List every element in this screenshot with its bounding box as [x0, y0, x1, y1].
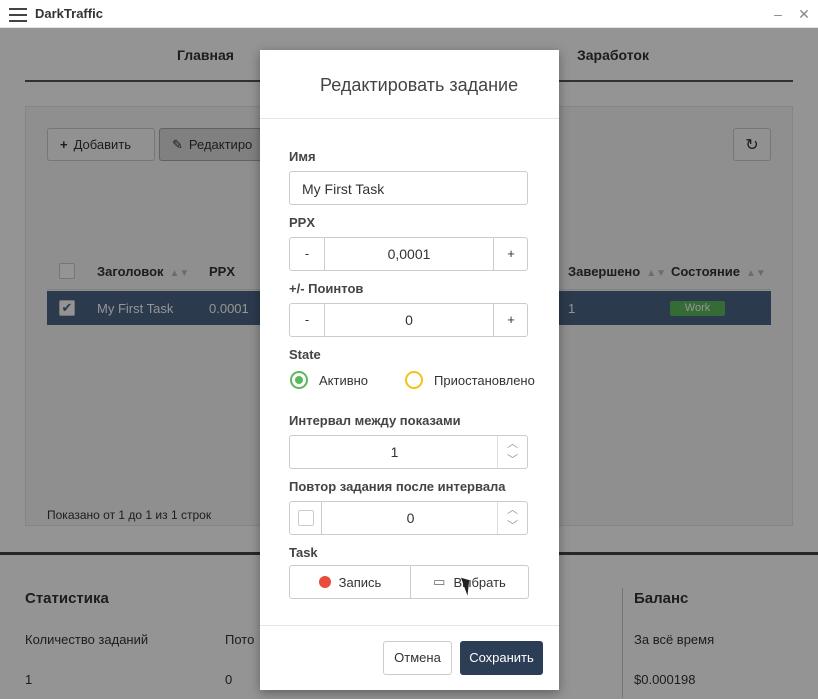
app-title: DarkTraffic — [35, 6, 103, 21]
interval-spinner[interactable]: ︿ ﹀ — [497, 436, 527, 468]
record-button[interactable]: Запись — [290, 566, 411, 598]
task-buttons: Запись ▭ Выбрать — [289, 565, 529, 599]
state-active-label: Активно — [319, 373, 369, 388]
ppx-increment-button[interactable]: + — [493, 238, 528, 270]
state-paused-label: Приостановлено — [434, 373, 535, 388]
repeat-checkbox-wrap — [290, 502, 322, 534]
minimize-button[interactable]: ‒ — [768, 4, 788, 24]
state-label: State — [289, 347, 321, 362]
name-label: Имя — [289, 149, 316, 164]
repeat-input-group: 0 ︿ ﹀ — [289, 501, 528, 535]
repeat-spinner[interactable]: ︿ ﹀ — [497, 502, 527, 534]
points-label: +/- Поинтов — [289, 281, 364, 296]
state-paused-radio[interactable] — [405, 371, 423, 389]
close-button[interactable]: ✕ — [794, 4, 814, 24]
repeat-label: Повтор задания после интервала — [289, 479, 506, 494]
name-input-value: My First Task — [302, 181, 385, 197]
dialog-title: Редактировать задание — [320, 75, 519, 95]
dialog-footer: Отмена Сохранить — [260, 625, 559, 690]
record-button-label: Запись — [338, 574, 382, 590]
points-increment-button[interactable]: + — [493, 304, 528, 336]
interval-value: 1 — [390, 444, 399, 460]
ppx-decrement-button[interactable]: - — [290, 238, 325, 270]
repeat-checkbox[interactable] — [298, 510, 314, 526]
ppx-label: PPX — [289, 215, 316, 230]
ppx-stepper: - 0,0001 + — [289, 237, 528, 271]
chevron-down-icon[interactable]: ﹀ — [498, 452, 527, 468]
task-label: Task — [289, 545, 318, 560]
dialog-header: Редактировать задание — [260, 50, 559, 119]
interval-input[interactable]: 1 ︿ ﹀ — [289, 435, 528, 469]
record-icon — [318, 576, 331, 588]
chevron-up-icon[interactable]: ︿ — [498, 436, 527, 452]
repeat-input[interactable]: 0 — [322, 502, 499, 534]
save-button[interactable]: Сохранить — [460, 641, 543, 675]
folder-open-icon: ▭ — [433, 574, 446, 589]
points-stepper: - 0 + — [289, 303, 528, 337]
interval-label: Интервал между показами — [289, 413, 461, 428]
title-bar: DarkTraffic ‒ ✕ — [0, 0, 818, 28]
menu-icon[interactable] — [9, 8, 27, 22]
points-decrement-button[interactable]: - — [290, 304, 325, 336]
cancel-button[interactable]: Отмена — [383, 641, 452, 675]
chevron-down-icon[interactable]: ﹀ — [498, 518, 527, 534]
chevron-up-icon[interactable]: ︿ — [498, 502, 527, 518]
name-input[interactable]: My First Task — [289, 171, 528, 205]
state-active-radio[interactable] — [290, 371, 308, 389]
points-input[interactable]: 0 — [325, 304, 493, 336]
ppx-input[interactable]: 0,0001 — [325, 238, 493, 270]
edit-task-dialog: Редактировать задание Имя My First Task … — [260, 50, 559, 690]
